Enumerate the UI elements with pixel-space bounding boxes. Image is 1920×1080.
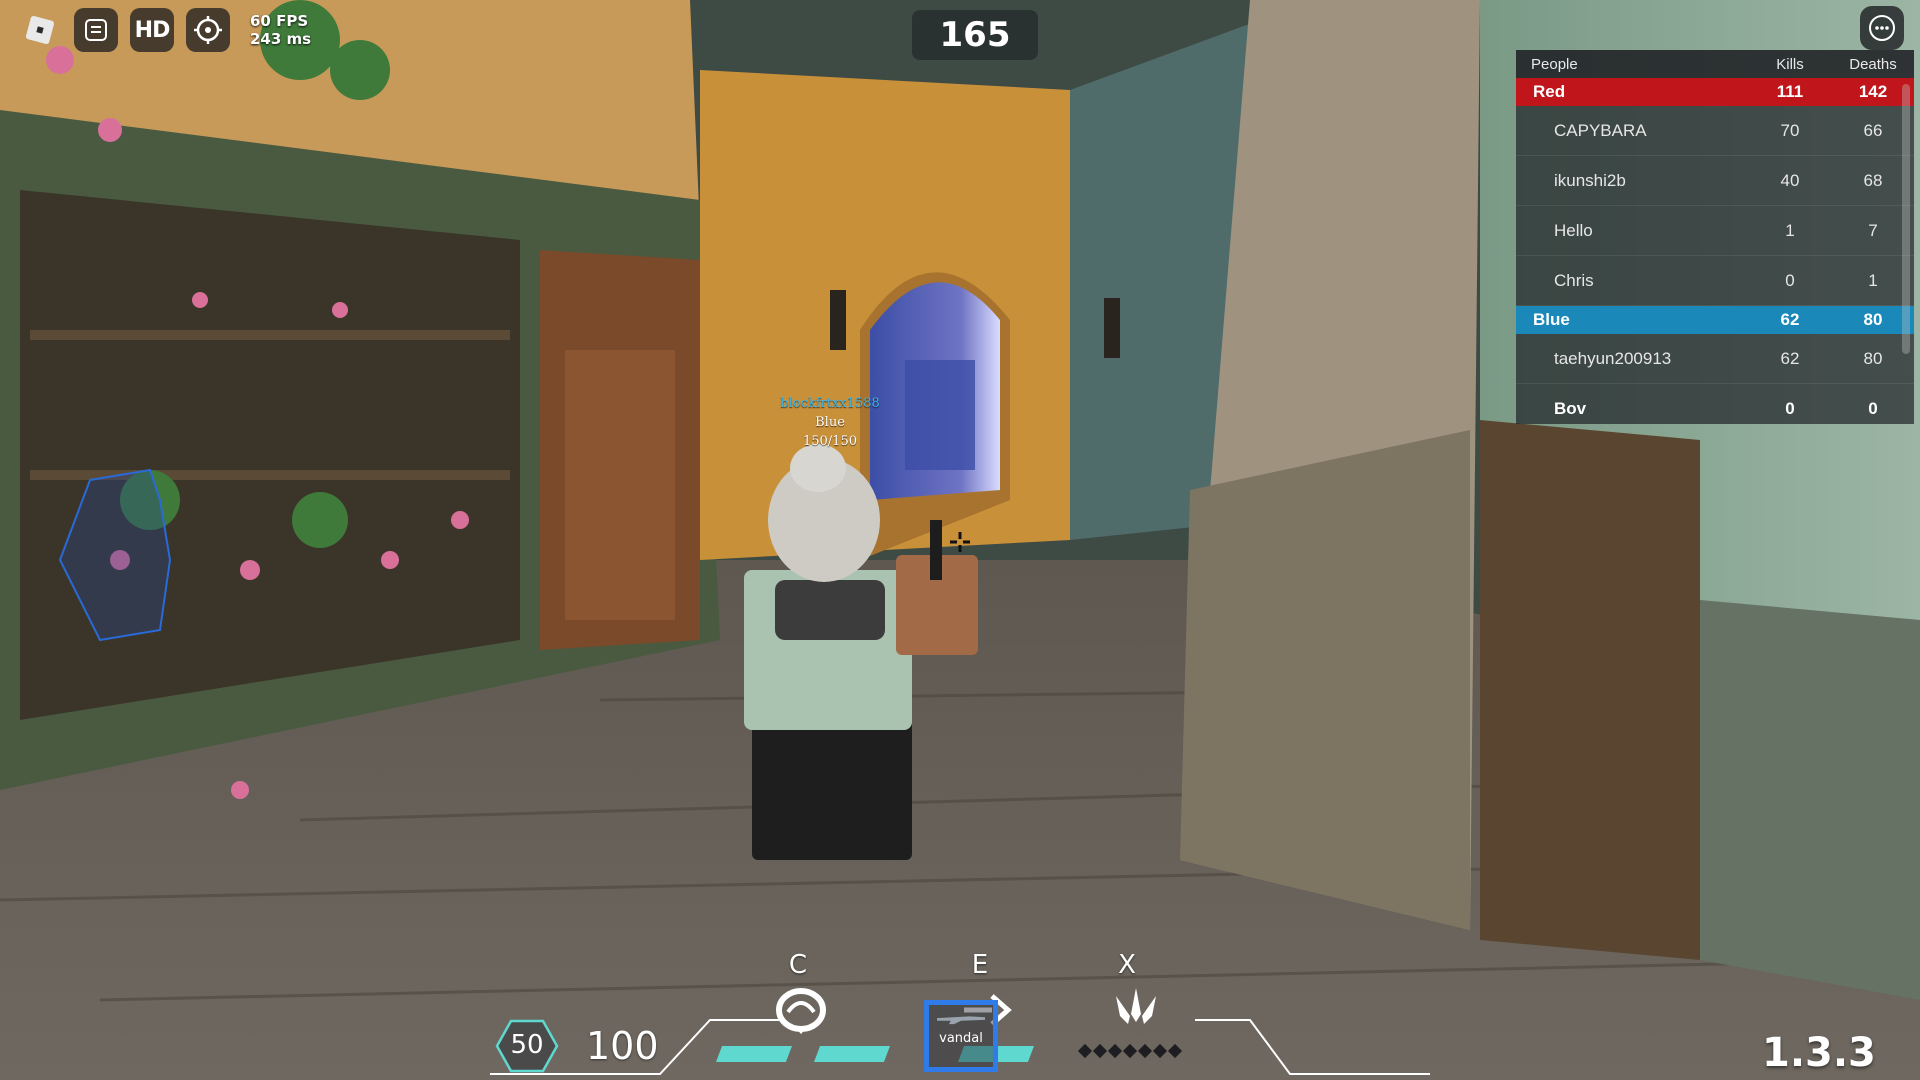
hd-label: HD (134, 17, 171, 43)
player-kills: 0 (1785, 398, 1795, 418)
weapon-slot[interactable]: vandal (924, 1000, 998, 1072)
player-kills: 70 (1780, 120, 1800, 140)
player-name: Bov (1554, 398, 1587, 418)
ultimate-point (1077, 1043, 1093, 1059)
player-row[interactable]: Chris 0 1 (1516, 256, 1914, 306)
leaderboard-scrollbar[interactable] (1902, 84, 1910, 354)
roblox-logo-icon (25, 15, 55, 45)
ultimate-point (1122, 1043, 1138, 1059)
ultimate-blades-icon[interactable] (1108, 986, 1164, 1032)
player-deaths: 0 (1868, 398, 1878, 418)
target-icon (194, 16, 222, 44)
rifle-icon (937, 1016, 985, 1025)
game-version: 1.3.3 (1762, 1030, 1876, 1076)
player-kills: 1 (1785, 220, 1795, 240)
player-kills: 62 (1780, 348, 1800, 368)
ultimate-point (1137, 1043, 1153, 1059)
overhead-nametag: blockfrtxx1588 Blue 150/150 (760, 394, 900, 451)
shield-value: 50 (510, 1030, 544, 1060)
header-kills: Kills (1776, 55, 1804, 73)
ability-key-c: C (788, 950, 808, 980)
ultimate-point (1107, 1043, 1123, 1059)
ultimate-point (1152, 1043, 1168, 1059)
player-kills: 0 (1785, 270, 1795, 290)
ability-key-e: E (971, 950, 989, 980)
player-name: ikunshi2b (1554, 170, 1626, 190)
player-name: taehyun200913 (1554, 348, 1672, 368)
leaderboard[interactable]: People Kills Deaths Red 111 142 CAPYBARA… (1516, 50, 1914, 424)
player-name: CAPYBARA (1554, 120, 1647, 140)
team-row-blue[interactable]: Blue 62 80 (1516, 306, 1914, 334)
header-people: People (1531, 55, 1578, 73)
player-row[interactable]: Hello 1 7 (1516, 206, 1914, 256)
more-options-button[interactable] (1860, 6, 1904, 50)
more-options-icon (1869, 15, 1895, 41)
player-row[interactable]: Bov 0 0 (1516, 384, 1914, 424)
team-row-red[interactable]: Red 111 142 (1516, 78, 1914, 106)
header-deaths: Deaths (1849, 55, 1897, 73)
fps-readout: 60 FPS (250, 12, 309, 30)
player-kills: 40 (1780, 170, 1800, 190)
ultimate-point (1167, 1043, 1183, 1059)
ability-c-charge-1 (716, 1046, 792, 1062)
player-name: Chris (1554, 270, 1594, 290)
roblox-topbar: HD 60 FPS 243 ms (18, 8, 311, 52)
ability-c-charge-2 (814, 1046, 890, 1062)
player-row[interactable]: taehyun200913 62 80 (1516, 334, 1914, 384)
team-kills: 62 (1780, 310, 1800, 329)
weapon-name: vandal (939, 1031, 983, 1046)
ultimate-point (1092, 1043, 1108, 1059)
round-timer: 165 (912, 10, 1038, 60)
health-value: 100 (586, 1024, 659, 1068)
team-kills: 111 (1776, 82, 1804, 101)
roblox-menu-button[interactable] (18, 8, 62, 52)
crosshair-settings-button[interactable] (186, 8, 230, 52)
nametag-team: Blue (815, 415, 845, 430)
player-row[interactable]: ikunshi2b 40 68 (1516, 156, 1914, 206)
player-row[interactable]: CAPYBARA 70 66 (1516, 106, 1914, 156)
leaderboard-header: People Kills Deaths (1516, 50, 1914, 78)
nametag-health: 150/150 (802, 434, 857, 449)
crosshair-icon (950, 532, 970, 552)
chat-icon (85, 19, 107, 41)
ability-key-x: X (1118, 950, 1136, 980)
ping-readout: 243 ms (250, 30, 312, 48)
performance-stats: 60 FPS 243 ms (250, 12, 311, 48)
player-name: Hello (1554, 220, 1593, 240)
ultimate-points (1077, 1043, 1183, 1059)
team-name: Blue (1533, 310, 1570, 329)
chat-button[interactable] (74, 8, 118, 52)
team-name: Red (1533, 82, 1566, 101)
hd-quality-button[interactable]: HD (130, 8, 174, 52)
swirl-ability-icon[interactable] (774, 986, 828, 1036)
nametag-username: blockfrtxx1588 (780, 396, 880, 411)
